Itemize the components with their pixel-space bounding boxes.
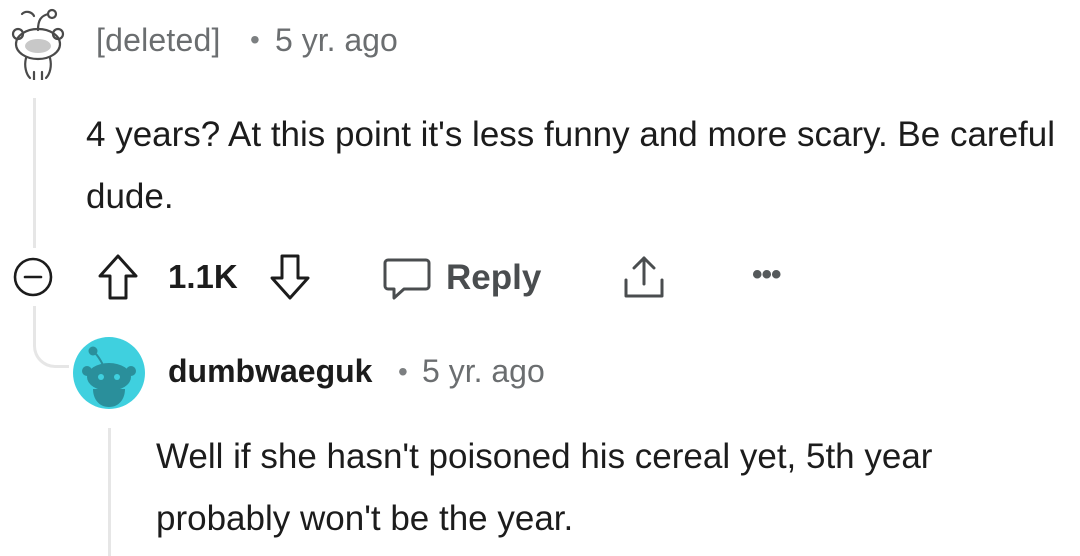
vote-score: 1.1K [168,258,238,295]
reply-button[interactable]: Reply [446,258,541,298]
comment-timestamp: 5 yr. ago [275,22,398,58]
comment-body: 4 years? At this point it's less funny a… [86,115,1055,216]
thread-line-main [33,98,36,248]
more-dots-icon[interactable]: ••• [752,258,781,292]
thread-line-reply [108,428,111,556]
arrow-down-icon[interactable] [268,252,312,302]
snoo-avatar-icon[interactable] [73,337,145,409]
arrow-up-icon[interactable] [96,252,140,302]
reply-timestamp: 5 yr. ago [422,353,545,389]
meta-separator: • [398,356,408,387]
thread-line-branch [33,306,69,368]
meta-separator: • [250,24,260,55]
reply-author[interactable]: dumbwaeguk [168,353,372,390]
comment-author[interactable]: [deleted] [96,22,221,59]
speech-bubble-icon[interactable] [382,256,432,302]
reply-body: Well if she hasn't poisoned his cereal y… [156,437,933,538]
collapse-minus-icon[interactable] [12,256,54,298]
snoo-outline-avatar-icon [8,6,70,82]
share-upload-icon[interactable] [620,252,668,302]
